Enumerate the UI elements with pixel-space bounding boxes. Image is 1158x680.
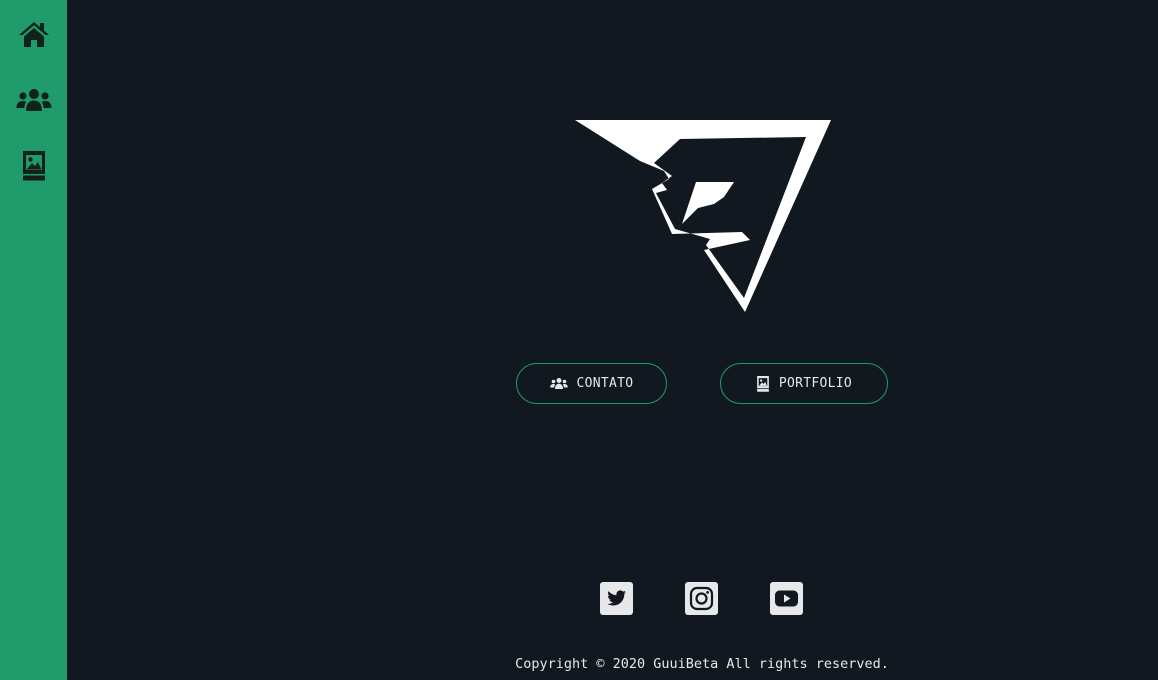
sidebar-item-portfolio[interactable] (0, 144, 67, 188)
youtube-link[interactable] (770, 582, 803, 615)
youtube-icon (770, 582, 803, 615)
contato-button-label: CONTATO (576, 376, 634, 391)
instagram-link[interactable] (685, 582, 718, 615)
contato-button[interactable]: CONTATO (516, 363, 667, 404)
copyright-text: Copyright © 2020 GuuiBeta All rights res… (515, 656, 889, 672)
home-icon (18, 22, 49, 47)
twitter-icon (600, 582, 633, 615)
sidebar-item-home[interactable] (0, 12, 67, 56)
users-icon (16, 89, 51, 111)
twitter-link[interactable] (600, 582, 633, 615)
portfolio-button-label: PORTFOLIO (778, 376, 853, 391)
sidebar-item-contato[interactable] (0, 78, 67, 122)
portfolio-button[interactable]: PORTFOLIO (720, 363, 888, 404)
guuibeta-logo-icon (575, 120, 831, 312)
portfolio-book-icon (22, 151, 45, 181)
instagram-icon (685, 582, 718, 615)
portfolio-book-icon (756, 375, 770, 392)
users-icon (549, 377, 568, 390)
brand-logo (574, 119, 832, 314)
sidebar (0, 0, 67, 680)
